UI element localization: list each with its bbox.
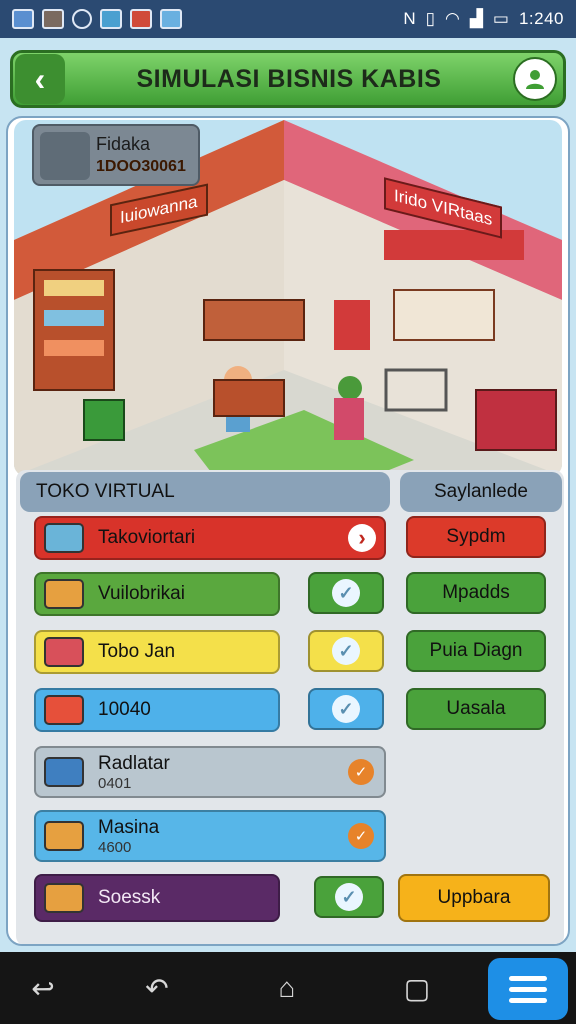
list-item-label: Soessk	[98, 887, 161, 908]
clock-icon	[72, 9, 92, 29]
check-icon: ✓	[348, 823, 374, 849]
vibrate-icon: ▯	[425, 9, 435, 28]
list-item-label: Vuilobrikai	[98, 583, 185, 604]
recents-icon[interactable]: ▢	[400, 972, 434, 1004]
chevron-right-icon[interactable]: ›	[348, 524, 376, 552]
menu-icon-bar	[509, 997, 547, 1003]
section-title-left: TOKO VIRTUAL	[20, 472, 390, 512]
home-icon[interactable]: ⌂	[270, 972, 304, 1004]
image-icon	[160, 9, 182, 29]
side-button-2[interactable]: Puia Diagn	[406, 630, 546, 672]
back-icon[interactable]: ↩	[26, 972, 60, 1004]
profile-button[interactable]	[513, 57, 557, 101]
gallery-icon	[12, 9, 34, 29]
check-toggle-6[interactable]: ✓	[314, 876, 384, 918]
side-button-1[interactable]: Mpadds	[406, 572, 546, 614]
list-item-6[interactable]: Soessk	[34, 874, 280, 922]
store-info-card[interactable]: Fidaka 1DOO30061	[32, 124, 200, 186]
wifi-icon: ◠	[444, 9, 460, 28]
chest-icon	[44, 883, 84, 913]
store-id: 1DOO30061	[96, 158, 186, 175]
store-scene[interactable]: Fidaka 1DOO30061 Iuiowanna Irido VIRtaas	[14, 120, 562, 476]
list-item-label: Tobo Jan	[98, 641, 176, 662]
image-icon	[100, 9, 122, 29]
list-item-label: Radlatar	[98, 752, 170, 774]
list-item-3[interactable]: 10040	[34, 688, 280, 732]
truck-icon	[44, 637, 84, 667]
check-icon: ✓	[332, 695, 360, 723]
chevron-left-icon: ‹	[34, 60, 46, 97]
main-panel: Fidaka 1DOO30061 Iuiowanna Irido VIRtaas…	[6, 116, 570, 946]
tag-icon	[44, 695, 84, 725]
check-toggle-1[interactable]: ✓	[308, 572, 384, 614]
list-item-label: Takoviortari	[98, 527, 196, 548]
list-item-0[interactable]: Takoviortari ›	[34, 516, 386, 560]
store-icon	[40, 132, 90, 180]
section-title-right: Saylanlede	[400, 472, 562, 512]
app-header: ‹ SIMULASI BISNIS KABIS	[10, 50, 566, 108]
check-toggle-3[interactable]: ✓	[308, 688, 384, 730]
list-item-label: 10040	[98, 699, 151, 720]
back-button[interactable]: ‹	[15, 54, 65, 104]
store-name: Fidaka	[96, 134, 151, 154]
undo-icon[interactable]: ↶	[140, 972, 174, 1004]
system-nav-bar: ↩ ↶ ⌂ ▢	[0, 952, 576, 1024]
store-icon	[130, 9, 152, 29]
list-item-2[interactable]: Tobo Jan	[34, 630, 280, 674]
list-item-label: Masina	[98, 816, 160, 838]
photos-icon	[42, 9, 64, 29]
status-bar: N ▯ ◠ ▟ ▭ 1:240	[0, 0, 576, 38]
check-icon: ✓	[335, 883, 363, 911]
page-title: SIMULASI BISNIS KABIS	[136, 64, 442, 93]
check-icon: ✓	[332, 637, 360, 665]
list-item-1[interactable]: Vuilobrikai	[34, 572, 280, 616]
menu-button[interactable]	[488, 958, 568, 1020]
side-button-3[interactable]: Uasala	[406, 688, 546, 730]
check-toggle-2[interactable]: ✓	[308, 630, 384, 672]
crate-icon	[44, 579, 84, 609]
signal-icon: ▟	[469, 9, 483, 28]
check-icon: ✓	[332, 579, 360, 607]
menu-icon-bar	[509, 986, 547, 992]
shop-list-panel: TOKO VIRTUAL Saylanlede Takoviortari › V…	[16, 470, 564, 944]
list-item-5[interactable]: Masina 4600 ✓	[34, 810, 386, 862]
package-icon	[44, 821, 84, 851]
list-item-value: 0401	[98, 774, 132, 792]
battery-icon: ▭	[492, 9, 509, 28]
user-icon	[526, 70, 544, 89]
list-item-value: 4600	[98, 838, 132, 856]
list-item-4[interactable]: Radlatar 0401 ✓	[34, 746, 386, 798]
box-icon	[44, 523, 84, 553]
goods-icon	[44, 757, 84, 787]
side-button-0[interactable]: Sypdm	[406, 516, 546, 558]
status-time: 1:240	[518, 9, 564, 28]
upgrade-button[interactable]: Uppbara	[398, 874, 550, 922]
nfc-icon: N	[403, 9, 416, 28]
menu-icon-bar	[509, 975, 547, 981]
check-icon: ✓	[348, 759, 374, 785]
